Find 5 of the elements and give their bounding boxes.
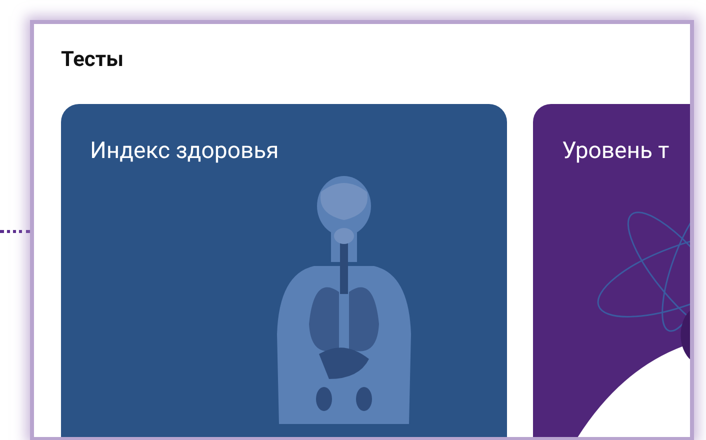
- test-card[interactable]: Уровень т: [533, 104, 690, 437]
- section-title: Тесты: [61, 47, 124, 74]
- card-title: Уровень т: [562, 136, 670, 166]
- test-card[interactable]: Индекс здоровья: [61, 104, 507, 437]
- card-title: Индекс здоровья: [90, 136, 279, 166]
